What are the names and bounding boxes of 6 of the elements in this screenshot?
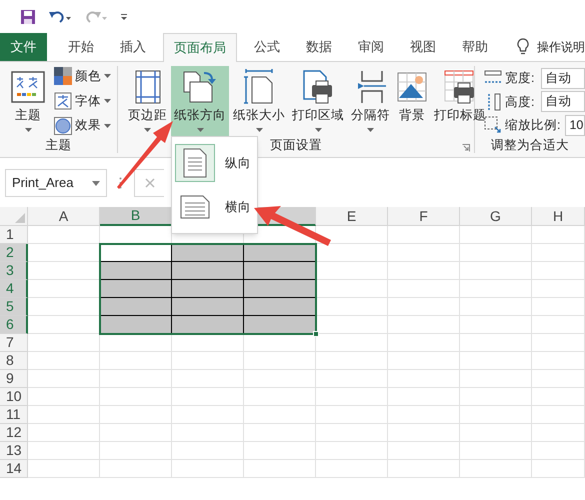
group-label: 主题 [46, 136, 72, 154]
group-label: 页面设置 [270, 136, 322, 154]
field-label: 缩放比例: [505, 116, 560, 134]
group-label: 调整为合适大 [491, 136, 569, 154]
field-label: 宽度: [505, 70, 534, 88]
field-label: 高度: [505, 94, 534, 111]
